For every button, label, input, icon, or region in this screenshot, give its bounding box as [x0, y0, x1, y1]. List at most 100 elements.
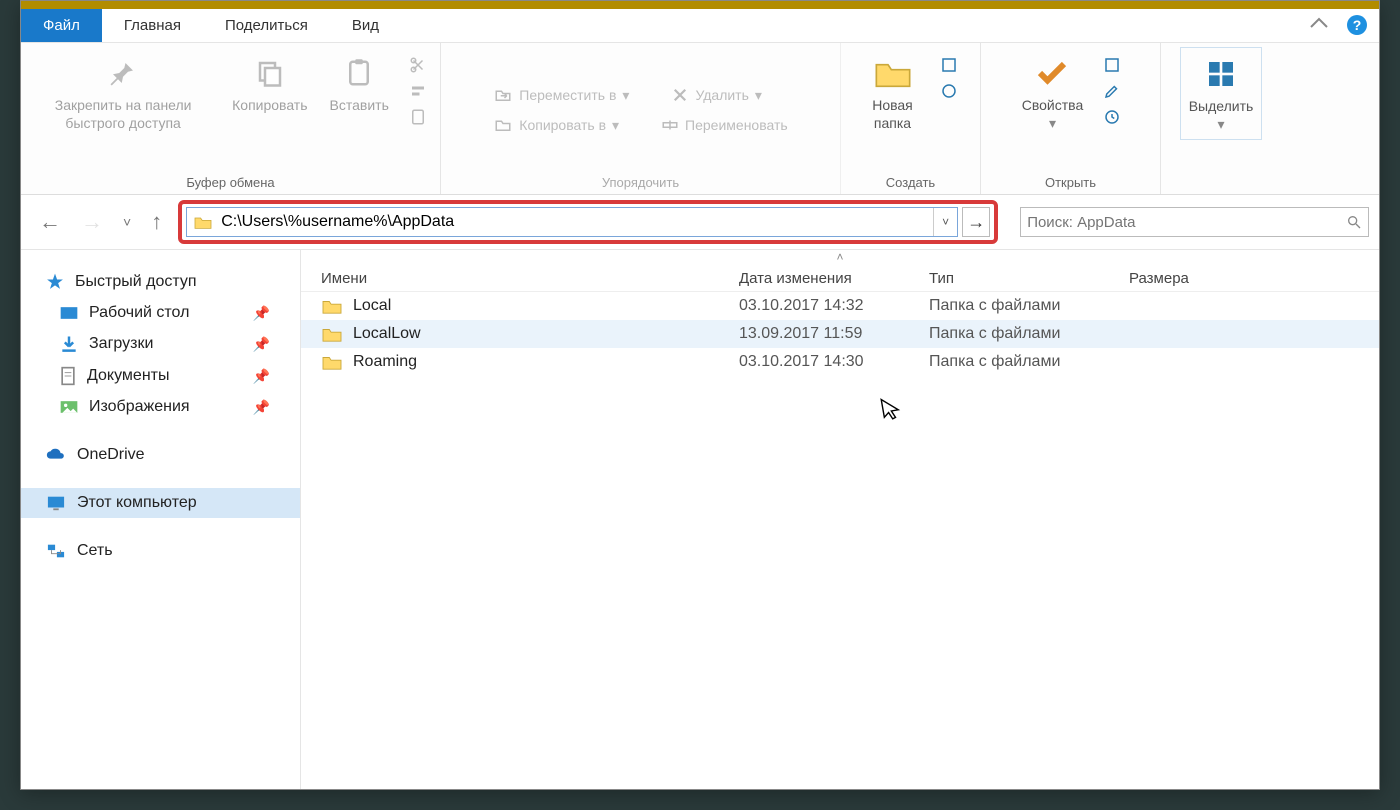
ribbon-group-open: Свойства ▾ Открыть — [981, 43, 1161, 194]
ribbon: Закрепить на панели быстрого доступа Коп… — [21, 43, 1379, 195]
file-name: Local — [353, 297, 391, 315]
nav-pane: Быстрый доступ Рабочий стол 📌 Загрузки 📌… — [21, 250, 301, 789]
chevron-down-icon: ▾ — [1217, 116, 1224, 134]
paste-icon — [344, 53, 374, 93]
tab-file[interactable]: Файл — [21, 9, 102, 42]
ribbon-group-select: Выделить ▾ — [1161, 43, 1281, 194]
table-row[interactable]: Local 03.10.2017 14:32Папка с файлами — [301, 292, 1379, 320]
nav-back-button[interactable]: ← — [31, 203, 69, 241]
clipboard-group-label: Буфер обмена — [186, 173, 274, 192]
file-date: 03.10.2017 14:30 — [739, 353, 929, 371]
sidebar-label: OneDrive — [77, 446, 145, 464]
ribbon-minimize-icon[interactable] — [1309, 15, 1329, 29]
sidebar-desktop[interactable]: Рабочий стол 📌 — [21, 298, 300, 328]
copy-to-label: Копировать в — [519, 117, 606, 133]
col-header-date[interactable]: Дата изменения — [739, 270, 929, 287]
tab-home[interactable]: Главная — [102, 9, 203, 42]
file-list-pane: ˄ Имени Дата изменения Тип Размера Local… — [301, 250, 1379, 789]
rename-button[interactable]: Переименовать — [655, 113, 794, 137]
select-label: Выделить — [1189, 98, 1254, 116]
history-icon[interactable] — [1097, 105, 1127, 129]
paste-button[interactable]: Вставить — [322, 47, 397, 121]
nav-recent-button[interactable]: ˅ — [115, 208, 139, 236]
open-extra — [1097, 47, 1127, 129]
open-with-icon[interactable] — [1097, 53, 1127, 77]
copy-to-button[interactable]: Копировать в ▾ — [487, 113, 625, 137]
delete-button[interactable]: Удалить ▾ — [665, 83, 767, 107]
file-date: 03.10.2017 14:32 — [739, 297, 929, 315]
sidebar-label: Рабочий стол — [89, 304, 189, 322]
paste-label: Вставить — [330, 97, 389, 115]
col-header-size[interactable]: Размера — [1129, 270, 1371, 287]
folder-icon — [321, 353, 343, 371]
sidebar-downloads[interactable]: Загрузки 📌 — [21, 328, 300, 360]
new-group-label: Создать — [886, 173, 935, 192]
sidebar-label: Сеть — [77, 542, 113, 560]
address-dropdown-button[interactable]: ˅ — [933, 208, 957, 236]
pin-icon — [108, 53, 138, 93]
sidebar-this-pc[interactable]: Этот компьютер — [21, 488, 300, 518]
col-header-name[interactable]: Имени — [309, 270, 739, 287]
nav-forward-button[interactable]: → — [73, 203, 111, 241]
chevron-down-icon: ▾ — [622, 87, 629, 104]
file-type: Папка с файлами — [929, 353, 1129, 371]
sidebar-network[interactable]: Сеть — [21, 536, 300, 566]
sidebar-pictures[interactable]: Изображения 📌 — [21, 392, 300, 422]
pin-icon: 📌 — [253, 305, 270, 322]
copypath-icon[interactable] — [403, 79, 433, 103]
cut-icon[interactable] — [403, 53, 433, 77]
ribbon-group-new: Новая папка Создать — [841, 43, 981, 194]
help-icon[interactable]: ? — [1347, 15, 1367, 35]
address-go-button[interactable]: → — [962, 207, 990, 237]
edit-icon[interactable] — [1097, 79, 1127, 103]
table-row[interactable]: Roaming03.10.2017 14:30Папка с файлами — [301, 348, 1379, 376]
address-bar[interactable]: ˅ — [186, 207, 958, 237]
paste-shortcut-icon[interactable] — [403, 105, 433, 129]
properties-button[interactable]: Свойства ▾ — [1014, 47, 1091, 138]
file-type: Папка с файлами — [929, 297, 1129, 315]
tab-share[interactable]: Поделиться — [203, 9, 330, 42]
ribbon-group-clipboard: Закрепить на панели быстрого доступа Коп… — [21, 43, 441, 194]
rename-icon — [661, 116, 679, 134]
clipboard-extra — [403, 47, 433, 129]
open-group-label: Открыть — [1045, 173, 1096, 192]
new-folder-label: Новая папка — [872, 97, 913, 132]
folder-icon — [321, 297, 343, 315]
collapse-caret-icon[interactable]: ˄ — [301, 250, 1379, 266]
sidebar-onedrive[interactable]: OneDrive — [21, 440, 300, 470]
folder-icon — [321, 325, 343, 343]
address-input[interactable] — [219, 211, 933, 233]
delete-label: Удалить — [695, 87, 748, 103]
properties-label: Свойства — [1022, 97, 1083, 115]
new-folder-icon — [873, 53, 913, 93]
select-button[interactable]: Выделить ▾ — [1180, 47, 1263, 140]
file-name: LocalLow — [353, 325, 421, 343]
column-headers: Имени Дата изменения Тип Размера — [301, 266, 1379, 292]
sidebar-label: Быстрый доступ — [75, 273, 197, 291]
col-header-type[interactable]: Тип — [929, 270, 1129, 287]
navbar: ← → ˅ ↑ ˅ → — [21, 195, 1379, 249]
new-item-icon[interactable] — [934, 53, 964, 77]
tab-view[interactable]: Вид — [330, 9, 401, 42]
new-folder-button[interactable]: Новая папка — [858, 47, 928, 138]
pin-icon: 📌 — [253, 336, 270, 353]
copy-button[interactable]: Копировать — [224, 47, 315, 121]
file-list: Local03.10.2017 14:32Папка с файламиLoca… — [301, 292, 1379, 789]
easy-access-icon[interactable] — [934, 79, 964, 103]
sidebar-documents[interactable]: Документы 📌 — [21, 360, 300, 392]
search-icon — [1346, 214, 1362, 230]
search-box[interactable] — [1020, 207, 1369, 237]
address-bar-highlight: ˅ → — [178, 200, 998, 244]
select-icon — [1205, 54, 1237, 94]
move-to-button[interactable]: Переместить в ▾ — [487, 83, 635, 107]
pin-button[interactable]: Закрепить на панели быстрого доступа — [28, 47, 218, 138]
nav-up-button[interactable]: ↑ — [143, 203, 170, 241]
computer-icon — [45, 494, 67, 512]
search-input[interactable] — [1027, 214, 1346, 231]
file-date: 13.09.2017 11:59 — [739, 325, 929, 343]
sidebar-quick-access[interactable]: Быстрый доступ — [21, 266, 300, 298]
table-row[interactable]: LocalLow13.09.2017 11:59Папка с файлами — [301, 320, 1379, 348]
sidebar-label: Изображения — [89, 398, 190, 416]
sidebar-label: Загрузки — [89, 335, 153, 353]
documents-icon — [59, 366, 77, 386]
